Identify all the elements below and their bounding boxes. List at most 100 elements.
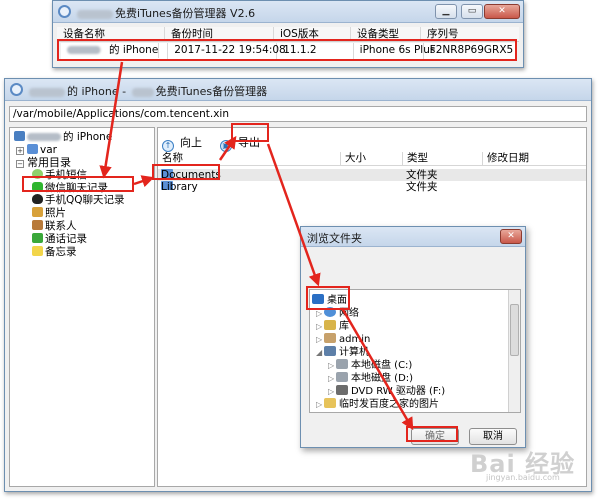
drive-f[interactable]: ▷ DVD RW 驱动器 (F:) <box>328 385 445 398</box>
folder-desktop[interactable]: 桌面 <box>312 294 347 307</box>
col-size[interactable]: 大小 <box>340 152 402 166</box>
window2-title-left: 的 iPhone - <box>67 85 127 98</box>
tree-item-qq[interactable]: 手机QQ聊天记录 <box>32 194 125 206</box>
folder-network[interactable]: ▷ 网络 <box>316 307 359 320</box>
notes-icon <box>32 246 43 256</box>
minimize-button[interactable]: ▁ <box>435 4 457 19</box>
folder-admin[interactable]: ▷ admin <box>316 333 370 346</box>
qq-icon <box>32 194 43 204</box>
expand-arrow-icon[interactable]: ▷ <box>316 321 324 333</box>
watermark-url: jingyan.baidu.com <box>486 473 560 482</box>
window2-titlebar: 的 iPhone - 免费iTunes备份管理器 <box>5 79 591 101</box>
close-button[interactable]: ✕ <box>484 4 520 19</box>
tree-root[interactable]: 的 iPhone <box>14 131 112 143</box>
tree-item-wechat[interactable]: 微信聊天记录 <box>32 182 108 194</box>
expand-arrow-icon[interactable]: ▷ <box>316 308 324 320</box>
wechat-icon <box>32 182 43 192</box>
window1-title: 免费iTunes备份管理器 V2.6 <box>115 7 256 20</box>
col-backup-time[interactable]: 备份时间 <box>165 27 274 41</box>
cancel-button[interactable]: 取消 <box>469 428 517 445</box>
backup-list-window: 免费iTunes备份管理器 V2.6 ▁ ▭ ✕ 设备名称 备份时间 iOS版本… <box>52 0 524 68</box>
folder-computer[interactable]: ◢ 计算机 <box>316 346 369 359</box>
drive-c[interactable]: ▷ 本地磁盘 (C:) <box>328 359 412 372</box>
serial-cell: F2NR8P69GRX5 <box>429 44 514 56</box>
photos-icon <box>32 207 43 217</box>
dialog-title: 浏览文件夹 <box>307 232 362 245</box>
device-name-text: 的 iPhone <box>103 43 160 58</box>
dvd-icon <box>336 385 348 395</box>
tree-var-label: var <box>40 144 57 156</box>
tree-qq-label: 手机QQ聊天记录 <box>45 194 125 206</box>
browse-folder-dialog: 浏览文件夹 ✕ 桌面 ▷ 网络 ▷ 库 ▷ admin ◢ 计算机 ▷ 本地磁盘 (C:)… <box>300 226 526 448</box>
collapse-arrow-icon[interactable]: ◢ <box>316 347 324 359</box>
folder-library-label: 库 <box>339 321 349 332</box>
tree-item-sms[interactable]: 手机短信 <box>32 169 87 181</box>
app-icon <box>58 5 71 18</box>
col-name[interactable]: 名称 <box>158 152 340 166</box>
disk-icon <box>336 359 348 369</box>
col-serial[interactable]: 序列号 <box>421 27 513 41</box>
sms-icon <box>32 169 43 179</box>
expand-arrow-icon[interactable]: ▷ <box>328 386 336 398</box>
tree-contacts-label: 联系人 <box>45 220 77 232</box>
col-modified[interactable]: 修改日期 <box>482 152 586 166</box>
expand-arrow-icon[interactable]: ▷ <box>328 373 336 385</box>
tree-item-photos[interactable]: 照片 <box>32 207 66 219</box>
up-button[interactable]: ↑ 向上 <box>162 134 202 152</box>
library-icon <box>324 320 336 330</box>
tree-item-contacts[interactable]: 联系人 <box>32 220 77 232</box>
expand-arrow-icon[interactable]: ▷ <box>316 334 324 346</box>
col-device-name[interactable]: 设备名称 <box>57 27 165 41</box>
scrollbar-thumb[interactable] <box>510 304 519 356</box>
contacts-icon <box>32 220 43 230</box>
tree-item-notes[interactable]: 备忘录 <box>32 246 77 258</box>
app-icon <box>10 83 23 96</box>
dialog-close-button[interactable]: ✕ <box>500 229 522 244</box>
dialog-scrollbar[interactable] <box>508 290 520 412</box>
ios-version-cell: 11.1.2 <box>277 43 354 60</box>
blurred-text <box>77 9 113 19</box>
tree-item-common[interactable]: − 常用目录 <box>16 157 71 169</box>
table-row[interactable]: Library 文件夹 <box>158 181 586 193</box>
user-folder-icon <box>324 333 336 343</box>
desktop-icon <box>312 294 324 304</box>
export-button[interactable]: ▣ 导出 <box>220 134 260 152</box>
col-ios-version[interactable]: iOS版本 <box>274 27 351 41</box>
table-row[interactable]: Documents 文件夹 <box>158 169 586 181</box>
drive-c-label: 本地磁盘 (C:) <box>351 360 413 371</box>
phone-icon <box>32 233 43 243</box>
row-name-text: Library <box>161 181 198 193</box>
file-list-header: 名称 大小 类型 修改日期 <box>158 152 586 166</box>
network-icon <box>324 307 336 317</box>
phone-folder-icon <box>14 131 25 141</box>
path-field[interactable]: /var/mobile/Applications/com.tencent.xin <box>9 106 587 122</box>
folder-network-label: 网络 <box>339 308 359 319</box>
tree-item-var[interactable]: + var <box>16 144 57 156</box>
tree-common-label: 常用目录 <box>27 156 71 169</box>
blurred-text <box>29 87 65 97</box>
expand-icon[interactable]: + <box>16 147 24 155</box>
col-device-type[interactable]: 设备类型 <box>351 27 421 41</box>
maximize-button[interactable]: ▭ <box>461 4 483 19</box>
expand-arrow-icon[interactable]: ▷ <box>328 360 336 372</box>
expand-arrow-icon[interactable]: ▷ <box>316 399 324 411</box>
table-row[interactable]: 的 iPhone 2017-11-22 19:54:08 11.1.2 iPho… <box>61 43 515 60</box>
up-arrow-icon: ↑ <box>162 140 174 152</box>
export-label: 导出 <box>238 136 260 149</box>
save-icon: ▣ <box>220 140 232 152</box>
blurred-text <box>27 133 61 141</box>
folder-temp-images[interactable]: ▷ 临时发百度之家的图片 <box>316 398 439 411</box>
folder-computer-label: 计算机 <box>339 347 369 358</box>
collapse-icon[interactable]: − <box>16 160 24 168</box>
ok-button[interactable]: 确定 <box>411 428 459 445</box>
tree-sms-label: 手机短信 <box>45 169 87 181</box>
device-name-cell: 的 iPhone <box>61 43 169 60</box>
blurred-text <box>67 46 101 54</box>
tree-item-calls[interactable]: 通话记录 <box>32 233 87 245</box>
computer-icon <box>324 346 336 356</box>
tree-photos-label: 照片 <box>45 207 66 219</box>
folder-desktop-label: 桌面 <box>327 295 347 306</box>
col-type[interactable]: 类型 <box>402 152 482 166</box>
drive-d[interactable]: ▷ 本地磁盘 (D:) <box>328 372 413 385</box>
folder-library[interactable]: ▷ 库 <box>316 320 349 333</box>
